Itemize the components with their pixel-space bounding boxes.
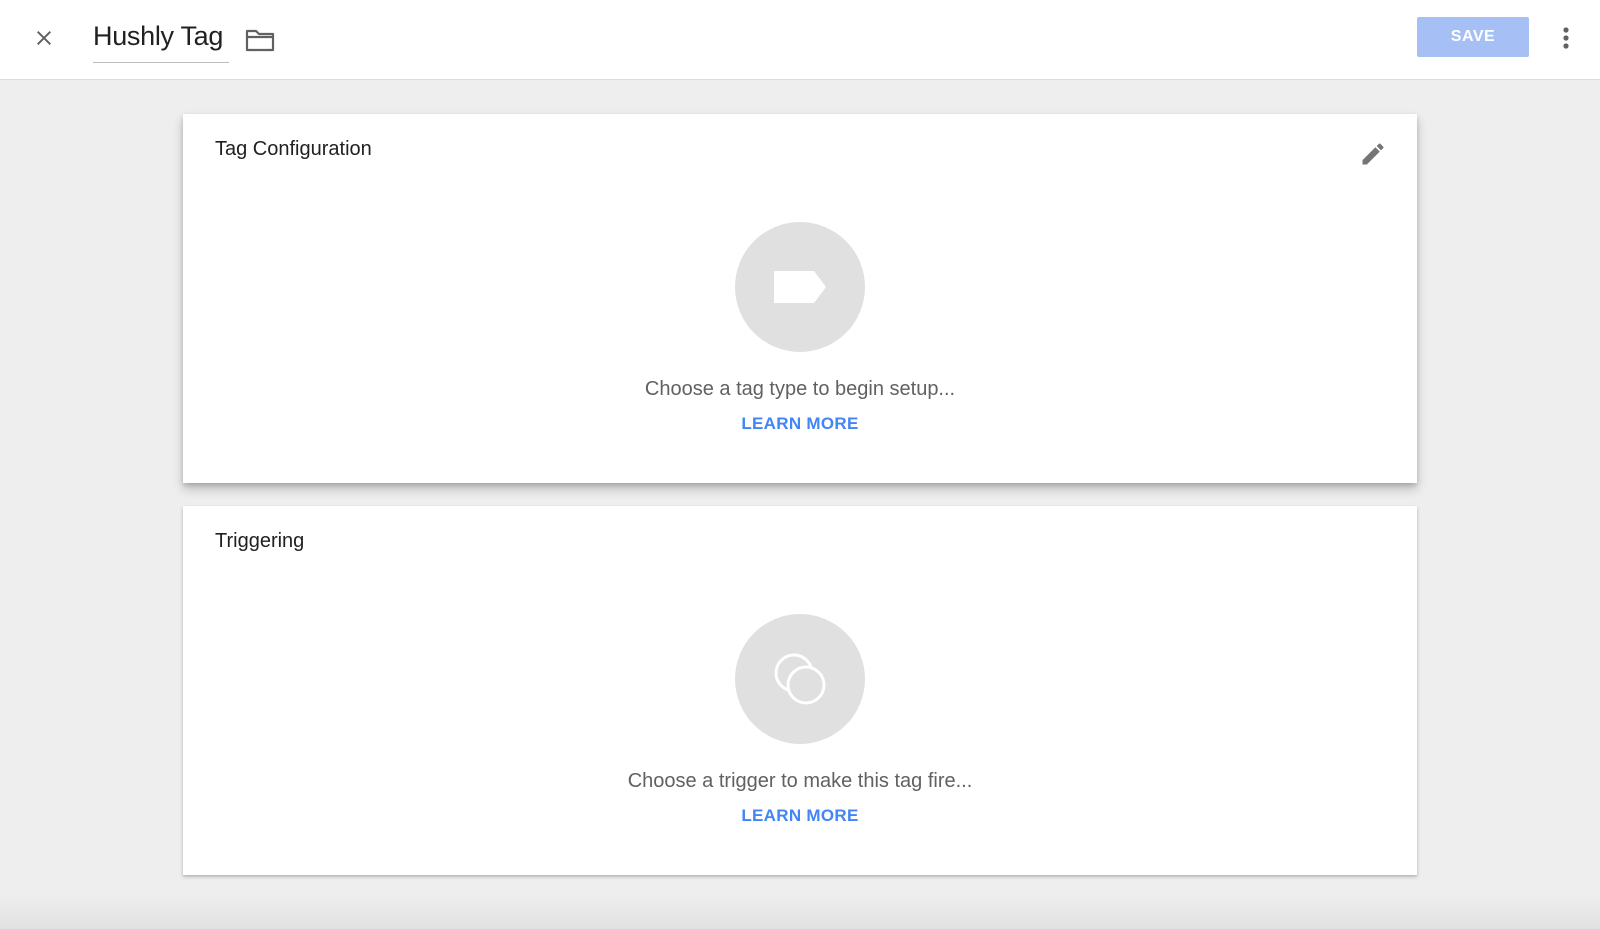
trigger-placeholder[interactable] <box>735 614 865 744</box>
close-button[interactable] <box>24 18 64 58</box>
edit-button[interactable] <box>1355 136 1391 172</box>
tag-learn-more-link[interactable]: LEARN MORE <box>741 414 858 433</box>
triggering-title: Triggering <box>215 530 305 552</box>
tag-type-placeholder[interactable] <box>735 222 865 352</box>
page-title: Hushly Tag <box>93 21 224 51</box>
folder-button[interactable] <box>242 22 278 58</box>
trigger-learn-more-wrap: LEARN MORE <box>183 806 1417 826</box>
tag-configuration-title: Tag Configuration <box>215 138 372 160</box>
tag-type-prompt: Choose a tag type to begin setup... <box>644 378 956 400</box>
tag-learn-more-wrap: LEARN MORE <box>183 414 1417 434</box>
trigger-prompt: Choose a trigger to make this tag fire..… <box>627 770 973 792</box>
pencil-icon <box>1362 143 1384 165</box>
triggering-card[interactable]: Triggering Choose a trigger to make this… <box>183 506 1417 875</box>
bottom-shadow <box>0 895 1600 929</box>
tag-configuration-card[interactable]: Tag Configuration Choose a tag type to b… <box>183 114 1417 483</box>
top-app-bar: Hushly Tag SAVE <box>0 0 1600 80</box>
close-icon <box>37 31 51 45</box>
more-options-button[interactable] <box>1550 18 1582 58</box>
save-button[interactable]: SAVE <box>1417 17 1529 57</box>
trigger-icon <box>774 653 826 705</box>
trigger-learn-more-link[interactable]: LEARN MORE <box>741 806 858 825</box>
tag-icon <box>774 271 826 303</box>
folder-icon <box>245 29 275 52</box>
more-vert-icon <box>1563 27 1569 49</box>
tag-name-field[interactable]: Hushly Tag <box>93 14 230 63</box>
